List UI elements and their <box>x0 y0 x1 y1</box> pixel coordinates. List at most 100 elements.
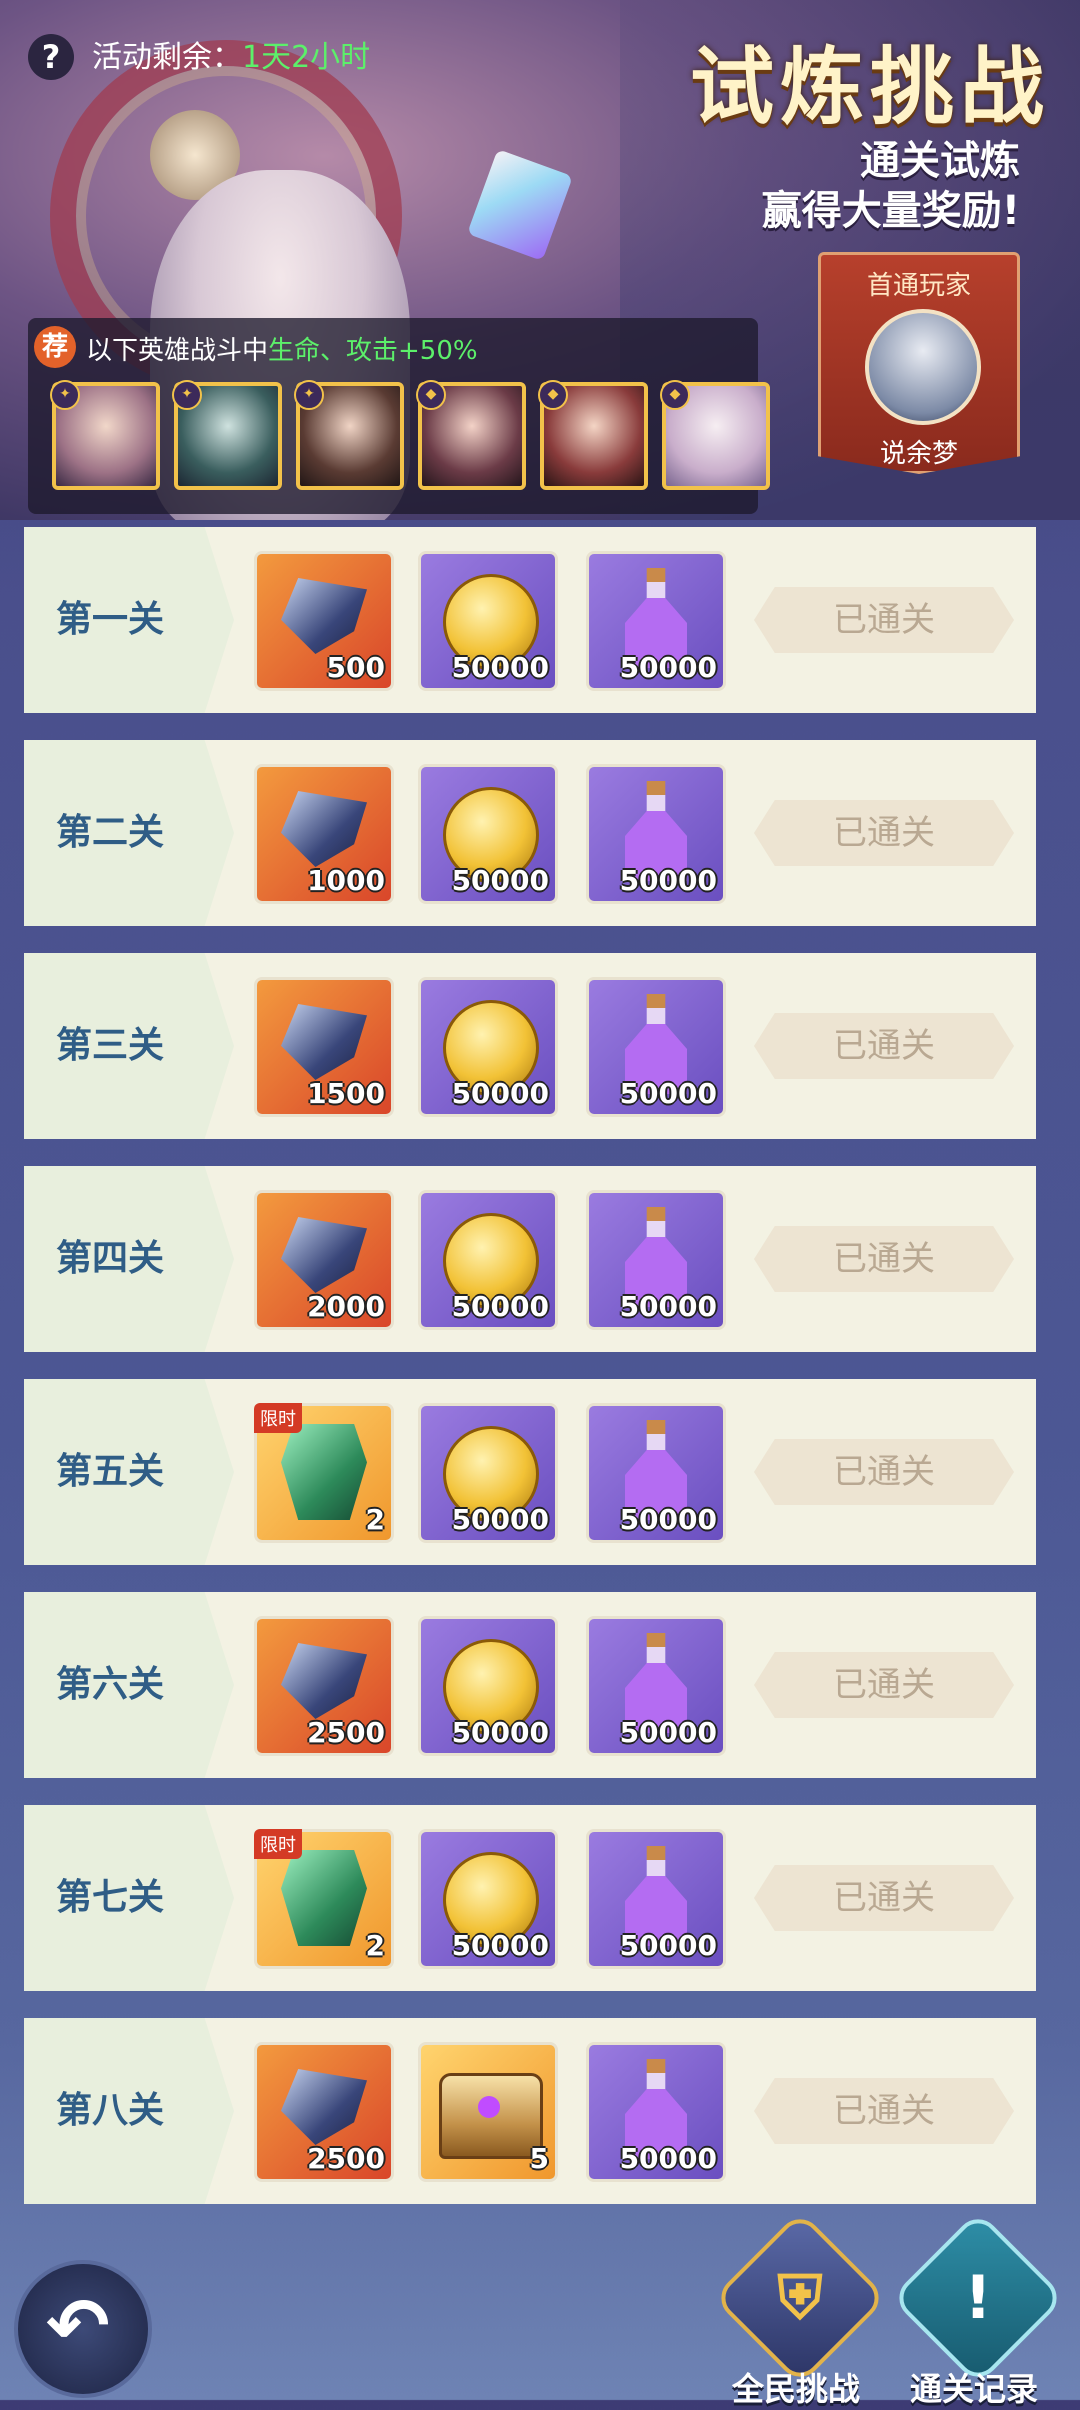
clear-record-label: 通关记录 <box>909 2370 1038 2408</box>
stage-cleared-button[interactable]: 已通关 <box>754 1865 1014 1931</box>
reward-quantity: 50000 <box>451 1290 549 1323</box>
stage-row: 第二关 1000 50000 50000 已通关 <box>24 740 1036 926</box>
stage-name: 第一关 <box>56 599 165 640</box>
gem-icon <box>281 1217 367 1293</box>
buff-hero-list: ✦ ✦ ✦ ◆ ◆ ◆ <box>50 380 770 490</box>
reward-quantity: 50000 <box>451 1929 549 1962</box>
all-challenge-icon: ⛨ <box>777 2263 823 2333</box>
gem-icon <box>281 578 367 654</box>
stage-name: 第七关 <box>56 1877 165 1918</box>
reward-item[interactable]: 50000 <box>586 977 726 1117</box>
stage-cleared-button[interactable]: 已通关 <box>754 2078 1014 2144</box>
reward-item[interactable]: 50000 <box>586 1190 726 1330</box>
reward-item[interactable]: 限时 2 <box>254 1829 394 1969</box>
reward-item[interactable]: 500 <box>254 551 394 691</box>
timer-value: 1天2小时 <box>242 40 371 75</box>
hero-portrait[interactable]: ◆ <box>660 380 770 490</box>
reward-quantity: 1000 <box>307 864 385 897</box>
reward-quantity: 2500 <box>307 1716 385 1749</box>
reward-item[interactable]: 50000 <box>418 1190 558 1330</box>
limited-time-tag: 限时 <box>254 1403 302 1433</box>
token-icon <box>281 1850 367 1946</box>
hero-class-icon: ◆ <box>538 380 568 410</box>
reward-quantity: 50000 <box>619 864 717 897</box>
reward-quantity: 2 <box>365 1929 385 1962</box>
all-challenge-icon-frame: ⛨ <box>712 2210 888 2386</box>
reward-quantity: 50000 <box>619 651 717 684</box>
subtitle-line-1: 通关试炼 <box>860 138 1020 184</box>
subtitle-line-2: 赢得大量奖励! <box>761 188 1020 234</box>
limited-time-tag: 限时 <box>254 1829 302 1859</box>
reward-item[interactable]: 50000 <box>418 551 558 691</box>
hero-portrait[interactable]: ◆ <box>538 380 648 490</box>
help-icon[interactable]: ? <box>28 34 74 80</box>
reward-item[interactable]: 1000 <box>254 764 394 904</box>
first-clear-player-card[interactable]: 首通玩家 说余梦 <box>818 252 1020 474</box>
reward-quantity: 50000 <box>619 1290 717 1323</box>
hero-class-icon: ✦ <box>172 380 202 410</box>
reward-item[interactable]: 50000 <box>418 1616 558 1756</box>
reward-item[interactable]: 5 <box>418 2042 558 2182</box>
recommend-badge-icon: 荐 <box>34 326 76 368</box>
stage-row: 第六关 2500 50000 50000 已通关 <box>24 1592 1036 1778</box>
stage-cleared-button[interactable]: 已通关 <box>754 587 1014 653</box>
all-challenge-label: 全民挑战 <box>731 2370 860 2408</box>
clear-record-icon: ! <box>964 2263 992 2333</box>
gem-icon <box>281 2069 367 2145</box>
reward-quantity: 2500 <box>307 2142 385 2175</box>
reward-quantity: 50000 <box>451 1503 549 1536</box>
hero-class-icon: ◆ <box>416 380 446 410</box>
stage-row: 第八关 2500 5 50000 已通关 <box>24 2018 1036 2204</box>
first-clear-label: 首通玩家 <box>866 271 971 301</box>
reward-item[interactable]: 50000 <box>418 1403 558 1543</box>
reward-quantity: 50000 <box>451 864 549 897</box>
reward-item[interactable]: 限时 2 <box>254 1403 394 1543</box>
stage-row: 第四关 2000 50000 50000 已通关 <box>24 1166 1036 1352</box>
buff-description: 以下英雄战斗中生命、攻击+50% <box>86 330 478 367</box>
reward-quantity: 50000 <box>619 1716 717 1749</box>
clear-record-button[interactable]: ! 通关记录 <box>890 2210 1066 2408</box>
reward-item[interactable]: 50000 <box>586 1829 726 1969</box>
stage-cleared-button[interactable]: 已通关 <box>754 1226 1014 1292</box>
reward-item[interactable]: 2500 <box>254 2042 394 2182</box>
back-button[interactable]: ↶ <box>14 2260 152 2398</box>
page-title: 试炼挑战 <box>689 38 1050 136</box>
stage-row: 第七关 限时 2 50000 50000 已通关 <box>24 1805 1036 1991</box>
hero-portrait[interactable]: ✦ <box>294 380 404 490</box>
reward-item[interactable]: 50000 <box>586 1616 726 1756</box>
reward-item[interactable]: 2000 <box>254 1190 394 1330</box>
reward-quantity: 2 <box>365 1503 385 1536</box>
stage-cleared-button[interactable]: 已通关 <box>754 1439 1014 1505</box>
all-challenge-button[interactable]: ⛨ 全民挑战 <box>712 2210 888 2408</box>
reward-item[interactable]: 50000 <box>586 551 726 691</box>
reward-quantity: 50000 <box>619 1077 717 1110</box>
reward-item[interactable]: 50000 <box>586 764 726 904</box>
reward-item[interactable]: 2500 <box>254 1616 394 1756</box>
reward-item[interactable]: 50000 <box>418 1829 558 1969</box>
reward-item[interactable]: 50000 <box>586 2042 726 2182</box>
hero-class-icon: ◆ <box>660 380 690 410</box>
reward-quantity: 50000 <box>619 1503 717 1536</box>
stage-cleared-button[interactable]: 已通关 <box>754 800 1014 866</box>
back-arrow-icon: ↶ <box>46 2281 110 2370</box>
reward-quantity: 50000 <box>451 651 549 684</box>
reward-quantity: 5 <box>529 2142 549 2175</box>
stage-cleared-button[interactable]: 已通关 <box>754 1013 1014 1079</box>
token-icon <box>281 1424 367 1520</box>
reward-item[interactable]: 1500 <box>254 977 394 1117</box>
reward-item[interactable]: 50000 <box>418 977 558 1117</box>
stage-name: 第四关 <box>56 1238 165 1279</box>
reward-item[interactable]: 50000 <box>418 764 558 904</box>
reward-quantity: 50000 <box>451 1077 549 1110</box>
stage-name: 第二关 <box>56 812 165 853</box>
clear-record-icon-frame: ! <box>890 2210 1066 2386</box>
stage-row: 第三关 1500 50000 50000 已通关 <box>24 953 1036 1139</box>
gem-icon <box>281 791 367 867</box>
stage-cleared-button[interactable]: 已通关 <box>754 1652 1014 1718</box>
hero-portrait[interactable]: ✦ <box>172 380 282 490</box>
reward-quantity: 1500 <box>307 1077 385 1110</box>
buff-text-highlight: 生命、攻击+50% <box>268 336 478 366</box>
hero-portrait[interactable]: ◆ <box>416 380 526 490</box>
reward-item[interactable]: 50000 <box>586 1403 726 1543</box>
hero-portrait[interactable]: ✦ <box>50 380 160 490</box>
